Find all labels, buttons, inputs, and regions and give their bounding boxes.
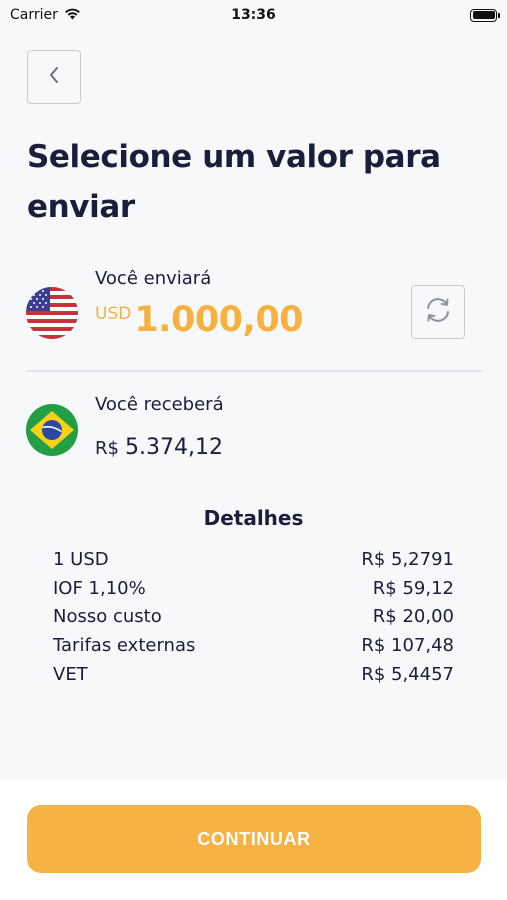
usa-flag-icon	[26, 287, 78, 339]
divider	[27, 370, 482, 372]
send-label: Você enviará	[95, 268, 212, 289]
send-amount: 1.000,00	[134, 300, 304, 340]
back-button[interactable]	[27, 50, 81, 104]
receive-currency: R$	[95, 438, 119, 459]
details-list: 1 USD R$ 5,2791 IOF 1,10% R$ 59,12 Nosso…	[53, 545, 454, 688]
detail-row: VET R$ 5,4457	[53, 660, 454, 689]
detail-value: R$ 5,2791	[361, 548, 454, 570]
detail-label: Tarifas externas	[53, 634, 196, 656]
status-left: Carrier	[10, 7, 81, 24]
detail-value: R$ 20,00	[372, 606, 454, 628]
detail-label: 1 USD	[53, 548, 109, 570]
refresh-icon	[423, 297, 453, 327]
chevron-left-icon	[48, 66, 60, 88]
send-amount-field[interactable]: USD 1.000,00	[95, 300, 304, 340]
detail-row: 1 USD R$ 5,2791	[53, 545, 454, 574]
detail-label: IOF 1,10%	[53, 577, 146, 599]
detail-label: Nosso custo	[53, 606, 162, 628]
page-title: Selecione um valor para enviar	[27, 139, 441, 225]
detail-row: IOF 1,10% R$ 59,12	[53, 574, 454, 603]
swap-button[interactable]	[411, 285, 465, 339]
carrier-label: Carrier	[10, 7, 58, 23]
wifi-icon	[64, 7, 81, 24]
detail-label: VET	[53, 663, 88, 685]
receive-amount-display: R$ 5.374,12	[95, 435, 223, 460]
receive-label: Você receberá	[95, 394, 224, 415]
detail-value: R$ 5,4457	[361, 663, 454, 685]
details-title: Detalhes	[203, 506, 304, 530]
detail-row: Tarifas externas R$ 107,48	[53, 631, 454, 660]
detail-row: Nosso custo R$ 20,00	[53, 602, 454, 631]
detail-value: R$ 59,12	[372, 577, 454, 599]
brazil-flag-icon	[26, 404, 78, 456]
receive-amount: 5.374,12	[124, 435, 223, 460]
status-bar: Carrier 13:36	[0, 0, 507, 30]
battery-icon	[470, 8, 500, 22]
detail-value: R$ 107,48	[361, 634, 454, 656]
continue-button[interactable]: CONTINUAR	[27, 805, 481, 873]
send-currency: USD	[95, 304, 132, 324]
